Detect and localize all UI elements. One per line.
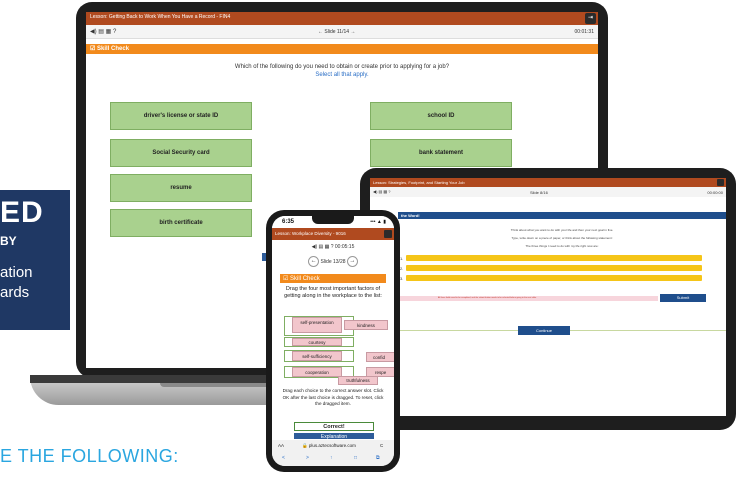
item-number: 3.: [400, 276, 404, 281]
dropped-choice[interactable]: self-presentation: [292, 317, 342, 333]
choice-chip[interactable]: confid: [366, 352, 394, 362]
slide-navigator[interactable]: ← Slide 11/14 →: [318, 29, 355, 35]
answer-input[interactable]: [406, 265, 702, 271]
tablet-toolbar: ◀) ▤ ▦ ? Slide 8/16 00:00:00: [370, 187, 726, 197]
badge-line-1: ation: [0, 264, 33, 281]
url-text[interactable]: 🔒 plus.aztecsoftware.com: [302, 443, 356, 449]
slide-navigator[interactable]: Slide 8/16: [530, 190, 548, 195]
drag-instructions: Drag each choice to the correct answer s…: [282, 388, 384, 406]
explanation-button[interactable]: Explanation: [294, 433, 374, 439]
browser-address-bar[interactable]: AA 🔒 plus.aztecsoftware.com C: [272, 440, 394, 452]
exit-icon[interactable]: ⇥: [585, 13, 596, 24]
skill-check-header: ☑ Skill Check: [280, 274, 386, 283]
award-badge: ED BY ation ards: [0, 190, 70, 330]
answer-option[interactable]: bank statement: [370, 139, 512, 167]
tablet-lesson-title: Lesson: Strategies, Footprint, and Start…: [373, 180, 465, 185]
validation-note: All three fields need to be completed, a…: [398, 296, 658, 301]
back-icon[interactable]: <: [282, 455, 285, 461]
dropped-choice[interactable]: self-sufficiency: [292, 351, 342, 361]
tablet-titlebar: Lesson: Strategies, Footprint, and Start…: [370, 178, 726, 187]
signal-icon: ••• ▲ ▮: [370, 219, 386, 225]
phone-screen: 6:35 ••• ▲ ▮ Lesson: Workplace Diversity…: [272, 216, 394, 466]
browser-toolbar: < > ↑ □ ⧉: [272, 452, 394, 466]
answer-option[interactable]: school ID: [370, 102, 512, 130]
marketing-image: ED BY ation ards E THE FOLLOWING: Lesson…: [0, 0, 740, 485]
toolbar-icons[interactable]: ◀) ▤ ▦ ?: [90, 28, 116, 35]
submit-button[interactable]: Submit: [660, 294, 706, 302]
choice-chip[interactable]: kindness: [344, 320, 388, 330]
phone-lesson-title: Lesson: Workplace Diversity - 9016: [275, 231, 346, 236]
question-text: Which of the following do you need to ob…: [234, 64, 450, 70]
tablet-screen: Lesson: Strategies, Footprint, and Start…: [370, 178, 726, 416]
share-icon[interactable]: ↑: [330, 455, 333, 461]
feedback-correct: Correct!: [294, 422, 374, 431]
answer-option[interactable]: birth certificate: [110, 209, 252, 237]
continue-button[interactable]: Continue: [518, 326, 570, 335]
badge-line-2: ards: [0, 284, 30, 301]
toolbar-icons[interactable]: ◀) ▤ ▦ ?: [373, 189, 391, 194]
item-number: 2.: [400, 266, 404, 271]
phone-notch: [312, 216, 354, 224]
bookmarks-icon[interactable]: □: [354, 455, 357, 461]
slide-navigator[interactable]: ← Slide 13/28 →: [272, 256, 394, 267]
answer-input[interactable]: [406, 275, 702, 281]
question-text: Drag the four most important factors of …: [284, 286, 382, 299]
dropped-choice[interactable]: cooperation: [292, 367, 342, 377]
activity-header-label: the Word!: [401, 213, 420, 218]
skill-check-label: ☑ Skill Check: [90, 46, 130, 52]
exit-icon[interactable]: [717, 179, 724, 186]
lesson-toolbar: ◀) ▤ ▦ ? ← Slide 11/14 → 00:01:31: [86, 25, 598, 39]
section-heading: E THE FOLLOWING:: [0, 446, 179, 466]
phone-titlebar: Lesson: Workplace Diversity - 9016: [272, 228, 394, 240]
instruction-text: The three things I need to do with my li…: [525, 244, 599, 248]
badge-by: BY: [0, 234, 17, 248]
instruction-text: Select all that apply.: [315, 72, 369, 78]
choice-chip[interactable]: truthfulness: [338, 376, 378, 385]
skill-check-label: ☑ Skill Check: [283, 276, 320, 282]
answer-input[interactable]: [406, 255, 702, 261]
activity-header: the Word!: [398, 212, 726, 219]
instruction-text: Think about what you want to do with you…: [510, 228, 614, 232]
instruction-text: Type, write down on a piece of paper, or…: [511, 236, 613, 240]
slide-counter: Slide 13/28: [320, 258, 346, 265]
answer-option[interactable]: Social Security card: [110, 139, 252, 167]
next-slide-icon[interactable]: →: [346, 256, 358, 267]
tabs-icon[interactable]: ⧉: [376, 455, 380, 461]
lesson-timer: 00:01:31: [574, 29, 594, 35]
forward-icon[interactable]: >: [306, 455, 309, 461]
status-time: 6:35: [282, 219, 295, 225]
lesson-title: Lesson: Getting Back to Work When You Ha…: [90, 14, 231, 20]
reload-icon[interactable]: C: [380, 443, 383, 448]
prev-slide-icon[interactable]: ←: [308, 256, 320, 267]
toolbar-icons[interactable]: ◀) ▤ ▦ ? 00:05:15: [272, 244, 394, 250]
lesson-timer: 00:00:00: [707, 190, 723, 195]
skill-check-header: ☑ Skill Check: [86, 44, 598, 54]
answer-option[interactable]: driver's license or state ID: [110, 102, 252, 130]
exit-icon[interactable]: [384, 230, 392, 238]
dropped-choice[interactable]: courtesy: [292, 338, 342, 346]
answer-option[interactable]: resume: [110, 174, 252, 202]
lesson-titlebar: Lesson: Getting Back to Work When You Ha…: [86, 12, 598, 25]
text-size-button[interactable]: AA: [278, 443, 284, 448]
item-number: 1.: [400, 256, 404, 261]
badge-heading: ED: [0, 196, 44, 229]
